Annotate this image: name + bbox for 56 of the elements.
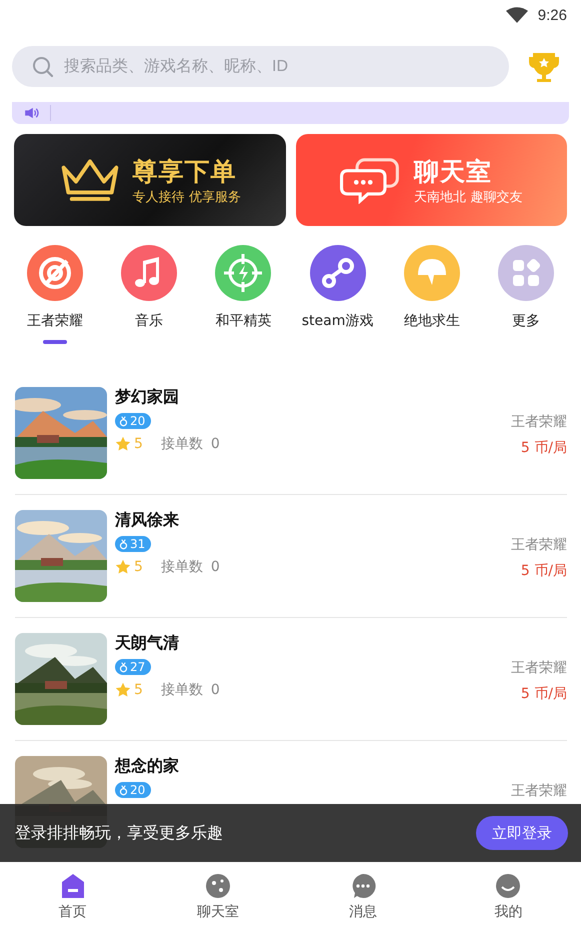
orders-label: 接单数 <box>160 558 203 576</box>
rating-value: 5 <box>134 559 143 575</box>
orders-count: 0 <box>210 436 220 452</box>
level-badge: 20 <box>115 413 152 429</box>
chat-planet-icon <box>204 872 232 900</box>
banner-subtitle: 专人接待 优享服务 <box>132 188 241 206</box>
game-name: 王者荣耀 <box>511 659 567 677</box>
nav-tab[interactable]: 聊天室 <box>178 872 258 920</box>
nav-tab[interactable]: 首页 <box>32 872 113 920</box>
game-name: 王者荣耀 <box>511 413 567 431</box>
gender-icon <box>119 784 128 796</box>
price-text: 5 币/局 <box>520 562 567 580</box>
login-button[interactable]: 立即登录 <box>476 816 568 850</box>
gender-icon <box>119 538 128 550</box>
player-name: 清风徐来 <box>115 510 179 530</box>
wifi-icon <box>506 6 528 24</box>
player-name: 想念的家 <box>115 756 179 776</box>
player-name: 梦幻家园 <box>115 387 179 407</box>
nav-tab[interactable]: 我的 <box>468 872 548 920</box>
orders-label: 接单数 <box>160 681 203 699</box>
banner-title: 聊天室 <box>414 156 494 188</box>
login-prompt-text: 登录排排畅玩，享受更多乐趣 <box>15 822 223 844</box>
orders-count: 0 <box>210 682 220 698</box>
profile-icon <box>494 872 522 900</box>
star-icon <box>115 682 131 698</box>
star-icon <box>115 559 131 575</box>
gender-icon <box>119 415 128 427</box>
promo-banner[interactable]: 尊享下单 专人接待 优享服务 <box>14 134 286 226</box>
game-name: 王者荣耀 <box>511 782 567 800</box>
orders-label: 接单数 <box>160 435 203 453</box>
level-badge: 20 <box>115 782 152 798</box>
orders-count: 0 <box>210 559 220 575</box>
gender-icon <box>119 661 128 673</box>
category-tab[interactable]: steam游戏 <box>298 245 378 344</box>
search-icon <box>32 56 54 78</box>
nav-tab[interactable]: 消息 <box>323 872 404 920</box>
banner-subtitle: 天南地北 趣聊交友 <box>414 188 522 206</box>
banner-title: 尊享下单 <box>132 156 238 188</box>
category-tab[interactable]: 和平精英 <box>203 245 284 344</box>
category-tab[interactable]: 王者荣耀 <box>15 245 95 344</box>
search-bar[interactable]: 搜索品类、游戏名称、昵称、ID <box>12 46 509 87</box>
category-tab[interactable]: 音乐 <box>109 245 190 344</box>
level-badge: 31 <box>115 536 152 552</box>
rating-value: 5 <box>134 682 143 698</box>
search-field[interactable]: 搜索品类、游戏名称、昵称、ID <box>64 58 509 76</box>
clock-time: 9:26 <box>538 6 567 24</box>
level-badge: 27 <box>115 659 152 675</box>
player-name: 天朗气清 <box>115 633 179 653</box>
star-icon <box>115 436 131 452</box>
price-text: 5 币/局 <box>520 685 567 703</box>
price-text: 5 币/局 <box>520 439 567 457</box>
category-tab[interactable]: 更多 <box>486 245 566 344</box>
category-tab[interactable]: 绝地求生 <box>392 245 472 344</box>
rating-value: 5 <box>134 436 143 452</box>
speaker-icon <box>24 107 40 119</box>
game-name: 王者荣耀 <box>511 536 567 554</box>
